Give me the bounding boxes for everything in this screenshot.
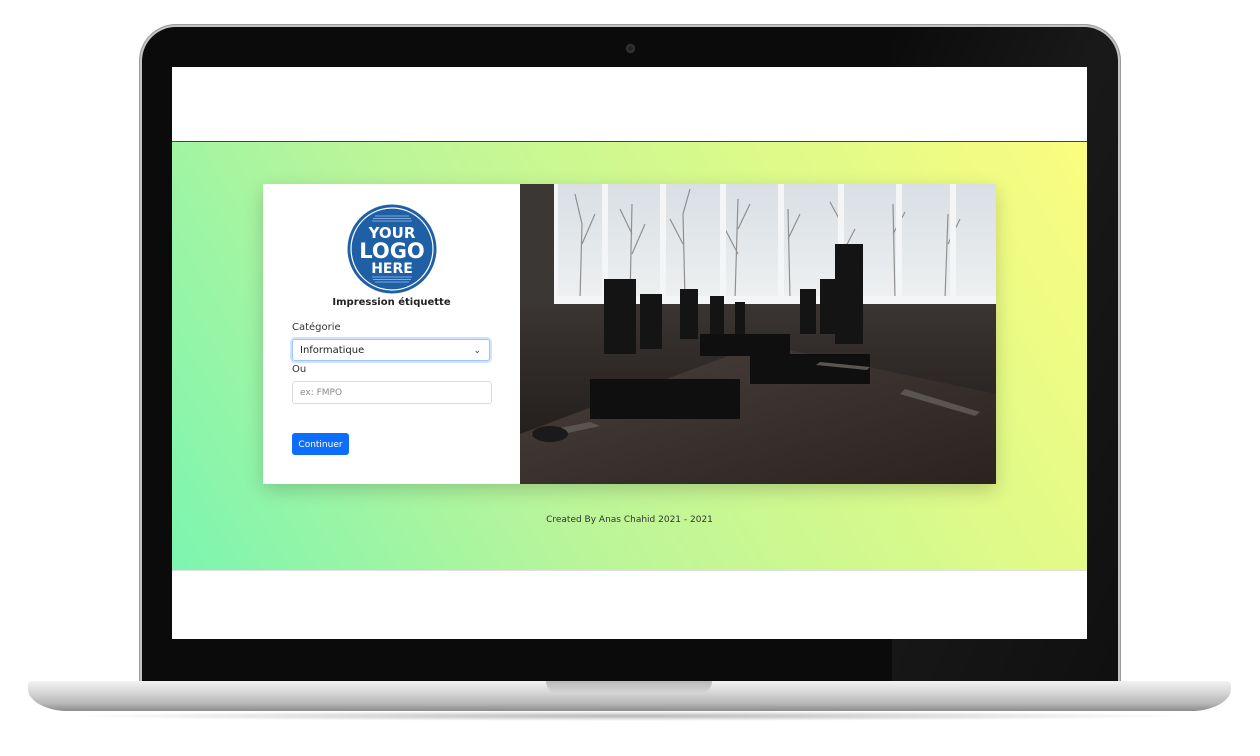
continue-button[interactable]: Continuer (292, 433, 349, 455)
app-title: Impression étiquette (332, 297, 451, 308)
computer-lab-image (520, 184, 996, 484)
form-pane: YOUR LOGO HERE Impression étiquette Caté… (263, 184, 520, 484)
logo-text-line3: HERE (371, 261, 413, 277)
login-card: YOUR LOGO HERE Impression étiquette Caté… (263, 184, 996, 484)
laptop-base-notch (546, 681, 712, 694)
bottom-bar (172, 570, 1087, 639)
category-label: Catégorie (292, 322, 341, 333)
search-input[interactable] (292, 381, 492, 404)
or-label: Ou (292, 364, 307, 375)
laptop-shadow (60, 711, 1200, 721)
logo-text-line2: LOGO (359, 239, 425, 263)
category-select-value: Informatique (300, 345, 365, 356)
laptop-base (28, 681, 1231, 711)
webcam-icon (626, 44, 635, 53)
top-navbar (172, 67, 1087, 142)
chevron-down-icon: ⌄ (473, 346, 481, 356)
footer-credit: Created By Anas Chahid 2021 - 2021 (546, 515, 713, 525)
category-select[interactable]: Informatique ⌄ (292, 339, 490, 361)
hero-section: YOUR LOGO HERE Impression étiquette Caté… (172, 142, 1087, 570)
logo-badge-icon: YOUR LOGO HERE (347, 204, 437, 294)
laptop-screen: YOUR LOGO HERE Impression étiquette Caté… (172, 67, 1087, 639)
